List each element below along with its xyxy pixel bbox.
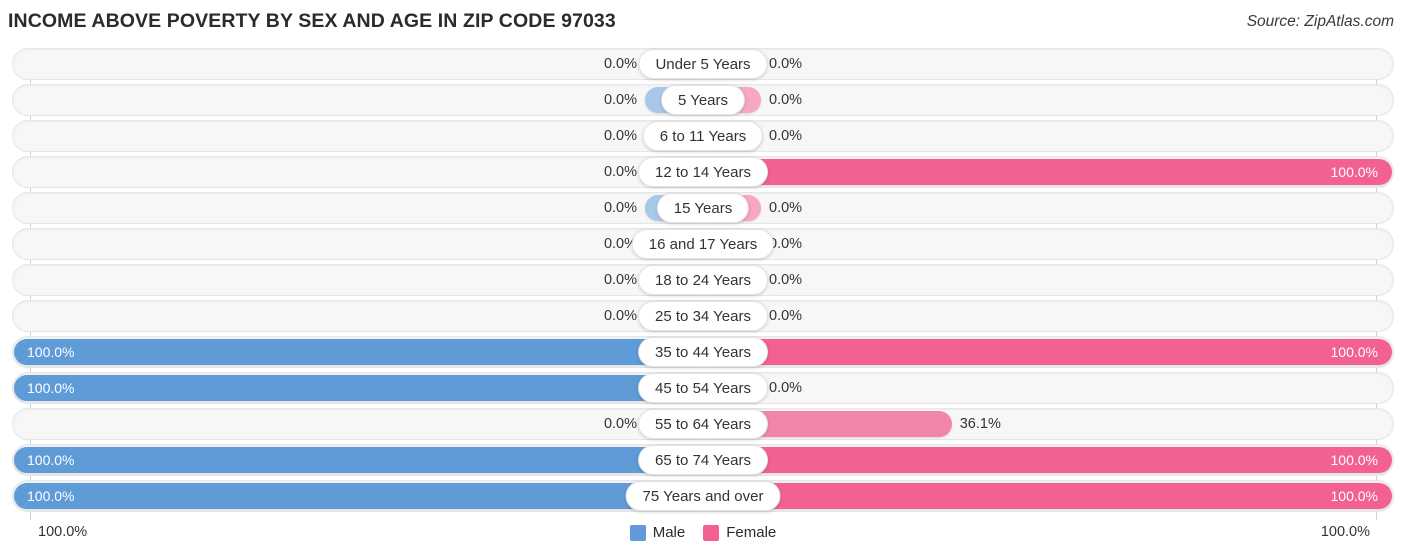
category-label-pill: 55 to 64 Years xyxy=(638,409,768,439)
legend-label-female: Female xyxy=(726,524,777,541)
chart-row[interactable]: 0.0% 0.0% 25 to 34 Years xyxy=(0,300,1406,332)
value-label-female: 0.0% xyxy=(769,272,803,288)
male-swatch-icon xyxy=(629,524,646,541)
legend-item-male[interactable]: Male xyxy=(629,524,686,541)
source-attribution: Source: ZipAtlas.com xyxy=(1246,13,1394,30)
bar-male xyxy=(14,375,703,401)
chart-row[interactable]: 0.0% 36.1% 55 to 64 Years xyxy=(0,408,1406,440)
value-label-female: 0.0% xyxy=(769,308,803,324)
category-label-pill: 45 to 54 Years xyxy=(638,373,768,403)
value-label-female: 0.0% xyxy=(769,200,803,216)
value-label-female: 100.0% xyxy=(1330,488,1378,504)
chart-row[interactable]: 100.0% 0.0% 45 to 54 Years xyxy=(0,372,1406,404)
chart-row[interactable]: 0.0% 0.0% Under 5 Years xyxy=(0,48,1406,80)
chart-row[interactable]: 100.0% 100.0% 75 Years and over xyxy=(0,480,1406,512)
chart-footer: 100.0% 100.0% Male Female xyxy=(0,518,1406,559)
bar-female xyxy=(703,447,1392,473)
value-label-male: 100.0% xyxy=(27,452,75,468)
category-label-pill: 6 to 11 Years xyxy=(642,121,764,151)
bar-female xyxy=(703,483,1392,509)
category-label-pill: 65 to 74 Years xyxy=(638,445,768,475)
value-label-female: 100.0% xyxy=(1330,452,1378,468)
female-swatch-icon xyxy=(703,524,720,541)
chart-rows: 0.0% 0.0% Under 5 Years 0.0% 0.0% 5 Years 0.0%… xyxy=(0,48,1406,516)
legend-item-female[interactable]: Female xyxy=(703,524,776,541)
value-label-male: 0.0% xyxy=(603,164,637,180)
category-label-pill: 15 Years xyxy=(656,193,750,223)
bar-male xyxy=(14,339,703,365)
category-label-pill: 75 Years and over xyxy=(625,481,781,511)
chart-row[interactable]: 0.0% 100.0% 12 to 14 Years xyxy=(0,156,1406,188)
chart-row[interactable]: 100.0% 100.0% 65 to 74 Years xyxy=(0,444,1406,476)
bar-female xyxy=(703,339,1392,365)
chart-row[interactable]: 100.0% 100.0% 35 to 44 Years xyxy=(0,336,1406,368)
value-label-female: 0.0% xyxy=(769,128,803,144)
value-label-female: 0.0% xyxy=(769,236,803,252)
category-label-pill: 25 to 34 Years xyxy=(638,301,768,331)
value-label-male: 0.0% xyxy=(603,92,637,108)
category-label-pill: 12 to 14 Years xyxy=(638,157,768,187)
chart-page: INCOME ABOVE POVERTY BY SEX AND AGE IN Z… xyxy=(0,0,1406,559)
value-label-male: 100.0% xyxy=(27,380,75,396)
value-label-male: 0.0% xyxy=(603,128,637,144)
value-label-male: 100.0% xyxy=(27,488,75,504)
value-label-male: 0.0% xyxy=(603,272,637,288)
bar-female xyxy=(703,159,1392,185)
value-label-female: 0.0% xyxy=(769,92,803,108)
category-label-pill: Under 5 Years xyxy=(638,49,768,79)
category-label-pill: 35 to 44 Years xyxy=(638,337,768,367)
chart-row[interactable]: 0.0% 0.0% 15 Years xyxy=(0,192,1406,224)
category-label-pill: 16 and 17 Years xyxy=(631,229,775,259)
chart-row[interactable]: 0.0% 0.0% 16 and 17 Years xyxy=(0,228,1406,260)
category-label-pill: 18 to 24 Years xyxy=(638,265,768,295)
value-label-female: 100.0% xyxy=(1330,344,1378,360)
legend-label-male: Male xyxy=(652,524,686,541)
value-label-male: 0.0% xyxy=(603,56,637,72)
value-label-male: 0.0% xyxy=(603,416,637,432)
chart-header: INCOME ABOVE POVERTY BY SEX AND AGE IN Z… xyxy=(0,0,1406,44)
chart-legend: Male Female xyxy=(0,524,1406,541)
value-label-female: 0.0% xyxy=(769,380,803,396)
value-label-male: 100.0% xyxy=(27,344,75,360)
category-label-pill: 5 Years xyxy=(660,85,746,115)
chart-row[interactable]: 0.0% 0.0% 5 Years xyxy=(0,84,1406,116)
value-label-female: 0.0% xyxy=(769,56,803,72)
value-label-female: 36.1% xyxy=(959,416,1001,432)
chart-plot-area: 0.0% 0.0% Under 5 Years 0.0% 0.0% 5 Years 0.0%… xyxy=(0,48,1406,520)
chart-row[interactable]: 0.0% 0.0% 18 to 24 Years xyxy=(0,264,1406,296)
value-label-male: 0.0% xyxy=(603,200,637,216)
bar-male xyxy=(14,483,703,509)
page-title: INCOME ABOVE POVERTY BY SEX AND AGE IN Z… xyxy=(8,10,616,32)
chart-row[interactable]: 0.0% 0.0% 6 to 11 Years xyxy=(0,120,1406,152)
value-label-male: 0.0% xyxy=(603,308,637,324)
bar-male xyxy=(14,447,703,473)
value-label-female: 100.0% xyxy=(1330,164,1378,180)
